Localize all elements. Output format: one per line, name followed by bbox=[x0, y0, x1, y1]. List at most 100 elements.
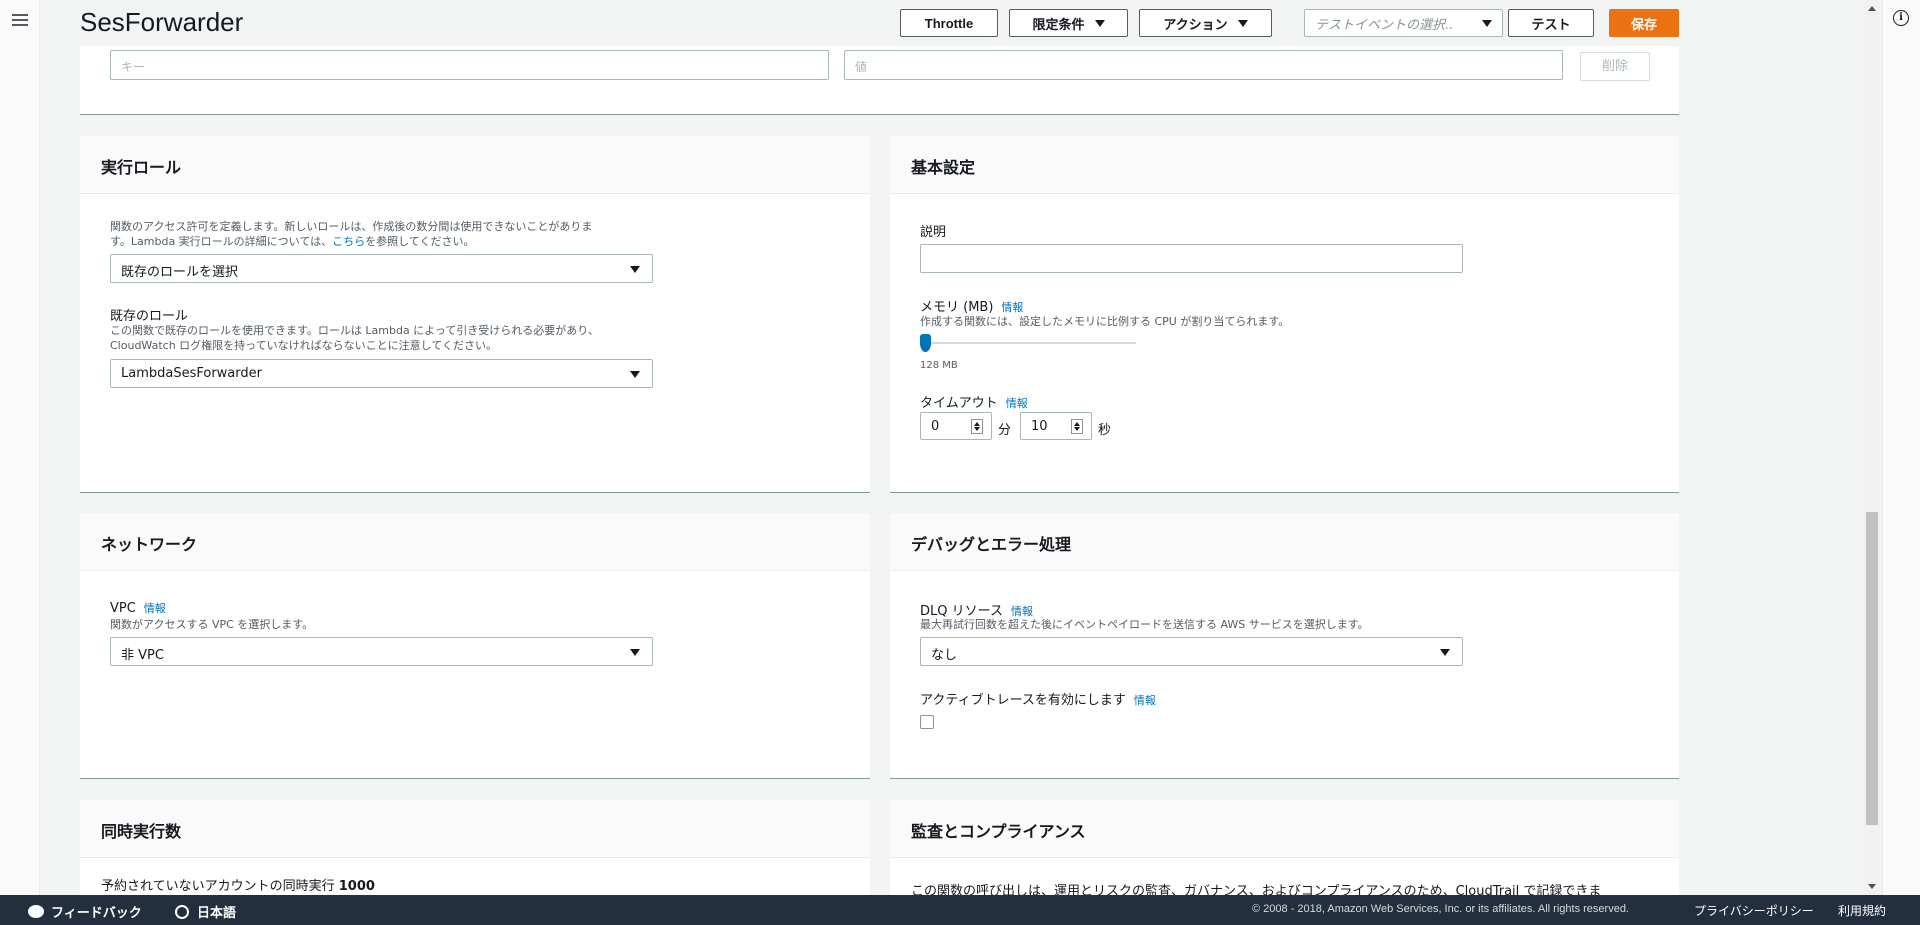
vpc-info-link[interactable]: 情報 bbox=[144, 602, 166, 615]
concurrency-heading: 同時実行数 bbox=[80, 800, 870, 858]
qualifiers-label: 限定条件 bbox=[1032, 16, 1085, 32]
actions-label: アクション bbox=[1163, 16, 1228, 32]
function-title: SesForwarder bbox=[80, 7, 244, 37]
hamburger-menu-icon[interactable] bbox=[12, 14, 28, 26]
stepper-arrows-icon[interactable] bbox=[971, 419, 983, 434]
timeout-info-link[interactable]: 情報 bbox=[1006, 397, 1028, 410]
role-help-line2-post: を参照してください。 bbox=[365, 235, 475, 248]
caret-down-icon bbox=[1237, 19, 1248, 27]
caret-down-icon bbox=[630, 266, 640, 273]
test-event-placeholder: テストイベントの選択.. bbox=[1315, 17, 1454, 33]
audit-compliance-panel: 監査とコンプライアンス この関数の呼び出しは、運用とリスクの監査、ガバナンス、お… bbox=[890, 800, 1679, 895]
role-help-line2-pre: す。Lambda 実行ロールの詳細については、 bbox=[110, 235, 333, 248]
env-value-input[interactable]: 値 bbox=[844, 50, 1563, 80]
env-delete-button[interactable]: 削除 bbox=[1580, 52, 1650, 81]
memory-value: 128 MB bbox=[920, 360, 958, 371]
test-label: テスト bbox=[1531, 16, 1571, 32]
qualifiers-dropdown[interactable]: 限定条件 bbox=[1009, 9, 1128, 37]
dlq-help: 最大再試行回数を超えた後にイベントペイロードを送信する AWS サービスを選択し… bbox=[920, 618, 1369, 631]
tracing-label-row: アクティブトレースを有効にします 情報 bbox=[920, 689, 1156, 708]
caret-down-icon bbox=[630, 649, 640, 656]
timeout-minutes-stepper[interactable]: 0 bbox=[920, 412, 992, 440]
actions-dropdown[interactable]: アクション bbox=[1139, 9, 1272, 37]
vpc-select-value: 非 VPC bbox=[121, 648, 164, 663]
basic-settings-panel: 基本設定 説明 メモリ (MB) 情報 作成する関数には、設定したメモリに比例する… bbox=[890, 136, 1679, 493]
audit-compliance-heading: 監査とコンプライアンス bbox=[890, 800, 1679, 858]
existing-role-help-line2: CloudWatch ログ権限を持っていなければならないことに注意してください。 bbox=[110, 339, 497, 352]
description-label: 説明 bbox=[920, 225, 947, 240]
timeout-label-row: タイムアウト 情報 bbox=[920, 392, 1028, 411]
existing-role-help: この関数で既存のロールを使用できます。ロールは Lambda によって引き受けら… bbox=[110, 323, 599, 353]
debug-error-panel: デバッグとエラー処理 DLQ リソース 情報 最大再試行回数を超えた後にイベントペ… bbox=[890, 513, 1679, 779]
role-select[interactable]: 既存のロールを選択 bbox=[110, 254, 653, 283]
caret-down-icon bbox=[1440, 649, 1450, 656]
basic-settings-heading: 基本設定 bbox=[890, 136, 1679, 194]
info-icon[interactable]: i bbox=[1893, 10, 1909, 26]
memory-label-row: メモリ (MB) 情報 bbox=[920, 296, 1023, 315]
unreserved-concurrency: 予約されていないアカウントの同時実行 1000 bbox=[101, 875, 375, 894]
vpc-label: VPC bbox=[110, 601, 136, 616]
execution-role-heading: 実行ロール bbox=[80, 136, 870, 194]
network-heading: ネットワーク bbox=[80, 513, 870, 571]
memory-slider-track bbox=[920, 342, 1136, 344]
copyright-text: © 2008 - 2018, Amazon Web Services, Inc.… bbox=[1252, 903, 1629, 915]
test-event-select[interactable]: テストイベントの選択.. bbox=[1304, 9, 1503, 37]
existing-role-help-line1: この関数で既存のロールを使用できます。ロールは Lambda によって引き受けら… bbox=[110, 324, 599, 337]
audit-text: この関数の呼び出しは、運用とリスクの監査、ガバナンス、およびコンプライアンスのた… bbox=[911, 884, 1602, 895]
memory-label: メモリ (MB) bbox=[920, 300, 994, 315]
existing-role-select[interactable]: LambdaSesForwarder bbox=[110, 359, 653, 388]
memory-slider-handle[interactable] bbox=[920, 334, 931, 352]
role-help-text: 関数のアクセス許可を定義します。新しいロールは、作成後の数分間は使用できないこと… bbox=[110, 219, 592, 249]
env-value-placeholder: 値 bbox=[855, 60, 868, 74]
save-button[interactable]: 保存 bbox=[1609, 9, 1679, 37]
vpc-select[interactable]: 非 VPC bbox=[110, 637, 653, 666]
memory-info-link[interactable]: 情報 bbox=[1001, 301, 1023, 314]
environment-variables-row: キー 値 削除 bbox=[80, 46, 1679, 115]
memory-help: 作成する関数には、設定したメモリに比例する CPU が割り当てられます。 bbox=[920, 315, 1290, 328]
concurrency-panel: 同時実行数 予約されていないアカウントの同時実行 1000 bbox=[80, 800, 870, 895]
active-tracing-checkbox[interactable] bbox=[920, 715, 934, 729]
globe-icon bbox=[175, 904, 189, 919]
scroll-up-icon[interactable] bbox=[1868, 6, 1876, 11]
timeout-seconds-stepper[interactable]: 10 bbox=[1020, 412, 1092, 440]
description-input[interactable] bbox=[920, 244, 1463, 273]
role-help-line1: 関数のアクセス許可を定義します。新しいロールは、作成後の数分間は使用できないこと… bbox=[110, 220, 593, 233]
console-footer: フィードバック 日本語 © 2008 - 2018, Amazon Web Se… bbox=[0, 895, 1920, 925]
scrollbar-thumb[interactable] bbox=[1866, 512, 1878, 825]
vertical-scrollbar[interactable] bbox=[1864, 0, 1880, 895]
timeout-label: タイムアウト bbox=[920, 396, 998, 411]
network-panel: ネットワーク VPC 情報 関数がアクセスする VPC を選択します。 非 VPC bbox=[80, 513, 870, 779]
right-info-rail: i bbox=[1882, 0, 1920, 895]
language-selector[interactable]: 日本語 bbox=[175, 902, 236, 921]
vpc-label-row: VPC 情報 bbox=[110, 600, 166, 616]
throttle-label: Throttle bbox=[924, 15, 974, 31]
dlq-select[interactable]: なし bbox=[920, 637, 1463, 666]
role-help-line2: す。Lambda 実行ロールの詳細については、こちらを参照してください。 bbox=[110, 234, 592, 249]
tracing-label: アクティブトレースを有効にします bbox=[920, 693, 1126, 708]
terms-link[interactable]: 利用規約 bbox=[1838, 902, 1886, 919]
page-header: SesForwarder Throttle 限定条件 アクション テストイベント… bbox=[40, 0, 1864, 46]
stepper-arrows-icon[interactable] bbox=[1071, 419, 1083, 434]
seconds-unit: 秒 bbox=[1098, 423, 1112, 438]
timeout-seconds-value: 10 bbox=[1031, 419, 1048, 434]
tracing-info-link[interactable]: 情報 bbox=[1134, 694, 1156, 707]
execution-role-panel: 実行ロール 関数のアクセス許可を定義します。新しいロールは、作成後の数分間は使用… bbox=[80, 136, 870, 493]
save-label: 保存 bbox=[1630, 16, 1657, 32]
scroll-down-icon[interactable] bbox=[1868, 884, 1876, 889]
debug-error-heading: デバッグとエラー処理 bbox=[890, 513, 1679, 571]
timeout-minutes-value: 0 bbox=[931, 419, 940, 434]
env-key-input[interactable]: キー bbox=[110, 50, 829, 80]
role-select-value: 既存のロールを選択 bbox=[121, 265, 239, 280]
existing-role-label: 既存のロール bbox=[110, 309, 189, 324]
minutes-unit: 分 bbox=[998, 423, 1012, 438]
test-button[interactable]: テスト bbox=[1508, 9, 1594, 37]
left-nav-rail bbox=[0, 0, 40, 895]
language-label: 日本語 bbox=[197, 905, 237, 920]
throttle-button[interactable]: Throttle bbox=[900, 9, 998, 37]
existing-role-value: LambdaSesForwarder bbox=[121, 366, 262, 381]
feedback-link[interactable]: フィードバック bbox=[28, 902, 142, 921]
role-help-link[interactable]: こちら bbox=[332, 235, 365, 248]
caret-down-icon bbox=[1482, 19, 1492, 27]
privacy-policy-link[interactable]: プライバシーポリシー bbox=[1694, 902, 1814, 919]
caret-down-icon bbox=[1094, 19, 1105, 27]
